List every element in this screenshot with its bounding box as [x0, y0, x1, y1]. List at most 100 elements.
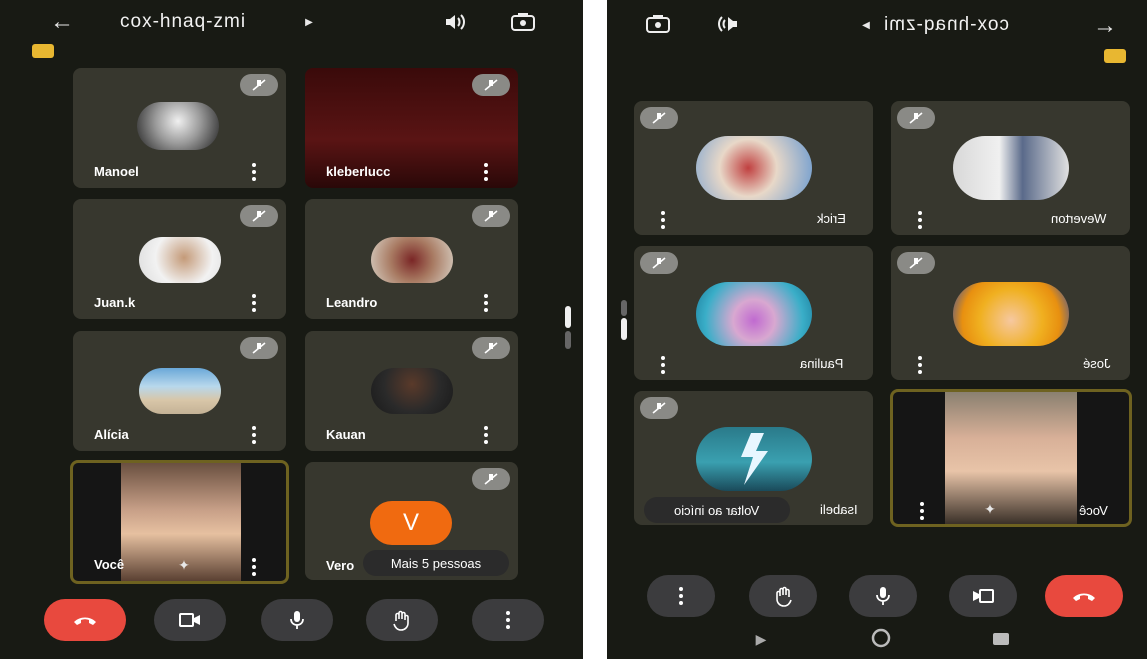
participant-tile[interactable]: Juan.k [73, 199, 286, 319]
speaker-icon[interactable] [440, 8, 470, 36]
more-options-icon[interactable] [251, 294, 257, 312]
hand-raise-icon [393, 610, 409, 631]
end-call-icon [74, 617, 96, 625]
muted-mic-icon [472, 74, 510, 96]
overflow-avatar: V [370, 501, 452, 545]
switch-camera-icon[interactable] [643, 10, 673, 38]
camera-button[interactable] [154, 599, 226, 641]
participant-name: Weverton [1051, 211, 1107, 226]
more-options-icon[interactable] [483, 426, 489, 444]
participant-tile[interactable]: Voltar ao início Isabeli [634, 391, 873, 525]
recording-badge-icon [1104, 49, 1126, 63]
top-bar: ◀ cox-hnaq-zmi → [607, 0, 1147, 46]
scroll-track [621, 300, 627, 316]
raise-hand-button[interactable] [366, 599, 438, 641]
muted-mic-icon [472, 205, 510, 227]
participant-name: Leandro [326, 295, 378, 310]
more-options-icon[interactable] [917, 356, 923, 374]
more-options-icon[interactable] [919, 502, 925, 520]
muted-mic-icon [640, 107, 678, 129]
back-arrow-icon[interactable]: ← [48, 8, 76, 36]
sparkle-effects-icon[interactable]: ✦ [979, 500, 1001, 518]
more-button[interactable] [647, 575, 715, 617]
more-people-button[interactable]: Mais 5 pessoas [363, 550, 509, 576]
avatar [696, 282, 812, 346]
participant-name: Juan.k [94, 295, 136, 310]
participant-tile[interactable]: kleberlucc [305, 68, 518, 188]
more-options-icon [505, 611, 511, 629]
avatar [371, 368, 453, 414]
more-options-icon[interactable] [251, 163, 257, 181]
more-options-icon[interactable] [483, 163, 489, 181]
self-video-tile[interactable]: Você ✦ [70, 460, 289, 584]
camera-button[interactable] [949, 575, 1017, 617]
avatar [696, 136, 812, 200]
muted-mic-icon [640, 397, 678, 419]
more-options-icon[interactable] [917, 211, 923, 229]
mic-icon [876, 587, 890, 605]
self-name: Você [94, 557, 125, 572]
expand-triangle-icon[interactable]: ▶ [302, 13, 316, 31]
more-options-icon[interactable] [660, 356, 666, 374]
end-call-icon [1073, 593, 1095, 601]
mic-button[interactable] [849, 575, 917, 617]
scroll-track [565, 331, 571, 349]
expand-triangle-icon[interactable]: ◀ [859, 16, 873, 34]
muted-mic-icon [240, 74, 278, 96]
back-arrow-icon[interactable]: → [1091, 12, 1119, 40]
camera-icon [973, 589, 994, 603]
avatar [137, 102, 219, 150]
avatar [139, 368, 221, 414]
raise-hand-button[interactable] [749, 575, 817, 617]
recents-nav-icon[interactable] [991, 629, 1011, 649]
participant-tile[interactable]: Leandro [305, 199, 518, 319]
system-nav-bar: ▶ [607, 619, 1147, 659]
sparkle-effects-icon[interactable]: ✦ [173, 556, 195, 574]
muted-mic-icon [897, 252, 935, 274]
participant-name: Manoel [94, 164, 139, 179]
self-video-tile[interactable]: ✦ Você [890, 389, 1132, 527]
self-name: Você [1079, 503, 1108, 518]
participant-tile[interactable]: Weverton [891, 101, 1130, 235]
self-video-feed [945, 392, 1077, 524]
mic-button[interactable] [261, 599, 333, 641]
participant-tile[interactable]: Alícia [73, 331, 286, 451]
participant-tile[interactable]: Erick [634, 101, 873, 235]
camera-icon [179, 613, 200, 627]
avatar [953, 136, 1069, 200]
back-nav-icon[interactable]: ▶ [751, 629, 771, 649]
meeting-code[interactable]: cox-hnaq-zmi [120, 11, 246, 33]
muted-mic-icon [897, 107, 935, 129]
hand-raise-icon [776, 586, 792, 607]
participant-tile[interactable]: José [891, 246, 1130, 380]
participant-tile[interactable]: Kauan [305, 331, 518, 451]
speaker-icon[interactable] [713, 10, 743, 38]
end-call-button[interactable] [1045, 575, 1123, 617]
participant-tile[interactable]: Manoel [73, 68, 286, 188]
participant-name: Kauan [326, 427, 366, 442]
more-options-icon[interactable] [660, 211, 666, 229]
avatar [139, 237, 221, 283]
participant-tile[interactable]: Paulina [634, 246, 873, 380]
participant-name: José [1083, 356, 1111, 371]
muted-mic-icon [472, 468, 510, 490]
mic-icon [290, 611, 304, 629]
back-to-start-button[interactable]: Voltar ao início [644, 497, 790, 523]
more-button[interactable] [472, 599, 544, 641]
switch-camera-icon[interactable] [508, 8, 538, 36]
home-nav-icon[interactable] [869, 626, 893, 650]
more-options-icon[interactable] [251, 558, 257, 576]
recording-badge-icon [32, 44, 54, 58]
more-options-icon[interactable] [483, 294, 489, 312]
participant-name: kleberlucc [326, 164, 391, 179]
avatar [696, 427, 812, 491]
more-options-icon[interactable] [251, 426, 257, 444]
muted-mic-icon [472, 337, 510, 359]
meeting-code[interactable]: cox-hnaq-zmi [883, 14, 1009, 36]
participant-name: Isabeli [820, 502, 858, 517]
muted-mic-icon [240, 337, 278, 359]
scroll-handle[interactable] [621, 318, 627, 340]
overflow-tile[interactable]: V Vero Mais 5 pessoas [305, 462, 518, 580]
end-call-button[interactable] [44, 599, 126, 641]
scroll-handle[interactable] [565, 306, 571, 328]
